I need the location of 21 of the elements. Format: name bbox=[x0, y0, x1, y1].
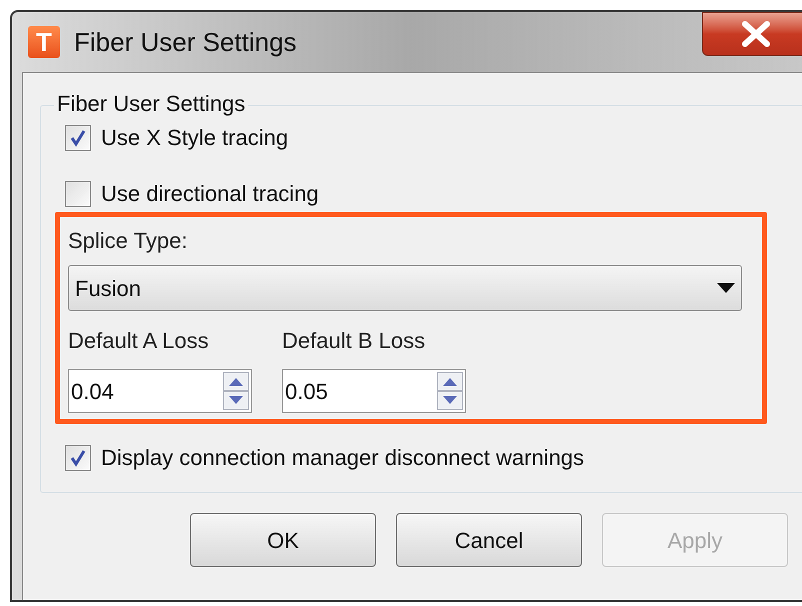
window-title: Fiber User Settings bbox=[74, 26, 297, 58]
checkbox[interactable] bbox=[65, 125, 91, 151]
checkbox-label[interactable]: Display connection manager disconnect warnings bbox=[101, 444, 584, 472]
spin-field[interactable]: 0.04 bbox=[68, 369, 252, 413]
checkbox-label[interactable]: Use directional tracing bbox=[101, 180, 319, 208]
field-label: Default B Loss bbox=[282, 327, 426, 355]
dialog-button[interactable]: Cancel bbox=[396, 513, 582, 567]
field-label: Default A Loss bbox=[68, 327, 210, 355]
icon-letter: T bbox=[36, 27, 52, 57]
close-button[interactable] bbox=[702, 12, 802, 56]
checkbox[interactable] bbox=[65, 181, 91, 207]
spinner-arrows-icon[interactable] bbox=[223, 372, 249, 410]
spin-field[interactable]: 0.05 bbox=[282, 369, 466, 413]
close-icon bbox=[741, 21, 771, 47]
dialog-button[interactable]: OK bbox=[190, 513, 376, 567]
splice-type-dropdown[interactable]: Fusion bbox=[68, 265, 742, 311]
checkbox-label[interactable]: Use X Style tracing bbox=[101, 124, 288, 152]
checkbox[interactable] bbox=[65, 445, 91, 471]
dropdown-arrow-icon bbox=[717, 283, 735, 293]
spinner-arrows-icon[interactable] bbox=[437, 372, 463, 410]
field-label: Splice Type: bbox=[68, 227, 188, 255]
